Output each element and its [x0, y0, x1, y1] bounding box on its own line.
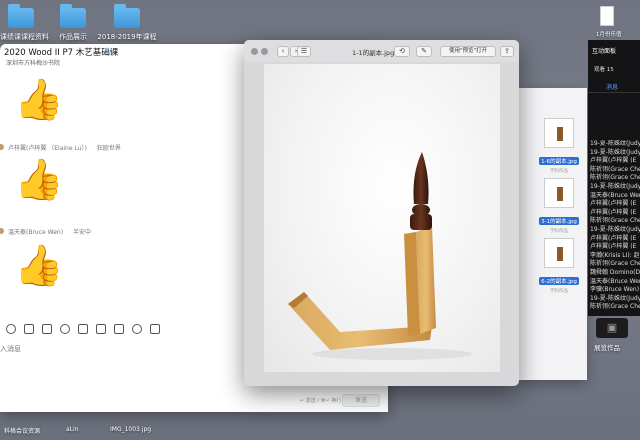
- grid-view-button[interactable]: ☰: [297, 46, 311, 57]
- desktop-file-label[interactable]: IMG_1003.jpg: [110, 426, 151, 433]
- file-item[interactable]: 6-2的副本.jpg 学科作品: [539, 238, 579, 294]
- file-name: 6-2的副本.jpg: [539, 277, 579, 285]
- thumbs-up-emoji: 👍: [14, 157, 64, 203]
- file-kind: 学科作品: [550, 169, 568, 174]
- message-list: 19-夏-陈姝纹(Judy 19-夏-陈姝纹(Judy 卢梓翼(卢梓翼 (E 陈祈翎(…: [590, 140, 640, 312]
- image-preview-window: ‹ › ☰ 1-1的副本.jpg ⟲ ✎ 使用"预览"打开 ⇪: [244, 40, 519, 386]
- wood-sculpture-image: [288, 152, 472, 360]
- message-time: 狂欧世界: [96, 145, 121, 152]
- message-item: 陈祈翎(Grace Chen: [590, 260, 640, 268]
- thumbs-up-emoji: 👍: [14, 77, 64, 123]
- message-item: 温天泰(Bruce Wen): [590, 277, 640, 285]
- folder-icon[interactable]: [78, 324, 88, 334]
- file-kind: 学科作品: [550, 289, 568, 294]
- desktop-folder[interactable]: 2018-2019年课程: [92, 4, 162, 42]
- message-item: 19-夏-陈姝纹(Judy: [590, 294, 640, 302]
- folder-icon: [8, 4, 34, 28]
- gallery-icon[interactable]: ▣: [596, 318, 628, 338]
- message-time: 半安中: [73, 229, 92, 236]
- preview-image: [264, 64, 500, 372]
- image-thumbnail: [544, 118, 574, 148]
- sender-name: 卢梓翼(卢梓翼 （Elaine Lu）): [8, 145, 87, 152]
- open-with-preview-button[interactable]: 使用"预览"打开: [440, 46, 496, 57]
- file-item[interactable]: 3-1的副本.jpg 学科作品: [539, 178, 579, 234]
- close-icon[interactable]: [251, 48, 258, 55]
- bottom-desktop-row: 科格会议资源 aLin IMG_1003.jpg: [0, 412, 640, 440]
- emoji-icon[interactable]: [6, 324, 16, 334]
- message-item: 卢梓翼(卢梓翼 (E: [590, 200, 637, 208]
- chat-title: 2020 Wood II P7 木艺基础课: [4, 48, 119, 58]
- message-toolbar: [6, 324, 160, 334]
- file-browser: 1-6的副本.jpg 学科作品 3-1的副本.jpg 学科作品 6-2的副本.j…: [519, 88, 587, 380]
- tab-messages[interactable]: 消息: [606, 82, 618, 91]
- file-item[interactable]: 1-6的副本.jpg 学科作品: [539, 118, 579, 174]
- message-item: 卢梓翼(卢梓翼 (E: [590, 234, 637, 242]
- message-item: 陈祈翎(Grace Chen: [590, 174, 640, 182]
- thumbs-up-emoji: 👍: [14, 243, 64, 289]
- viewer-count: 观看 15: [594, 67, 614, 73]
- fullscreen-icon[interactable]: [261, 48, 268, 55]
- interactive-panel: 互动面板 观看 15 消息 19-夏-陈姝纹(Judy 19-夏-陈姝纹(Judy…: [588, 40, 640, 316]
- folder-label: 2018-2019年课程: [97, 33, 157, 41]
- message-item: 魏舜翰 Domino(D: [590, 268, 640, 276]
- panel-title: 互动面板: [592, 48, 617, 55]
- document-icon[interactable]: [600, 6, 614, 26]
- image-thumbnail: [544, 178, 574, 208]
- message-item: 19-夏-陈姝纹(Judy: [590, 182, 640, 190]
- message-item: 陈祈翎(Grace Chen: [590, 303, 640, 311]
- prev-button[interactable]: ‹: [277, 46, 289, 57]
- message-item: 19-夏-陈姝纹(Judy: [590, 140, 640, 147]
- message-item: 卢梓翼(卢梓翼 (E: [590, 157, 637, 165]
- scissors-icon[interactable]: [42, 324, 52, 334]
- message-item: 19-夏-陈姝纹(Judy: [590, 225, 640, 233]
- chat-bubble-icon[interactable]: [150, 324, 160, 334]
- share-button[interactable]: ⇪: [500, 46, 514, 57]
- rotate-button[interactable]: ⟲: [394, 46, 410, 57]
- chat-subtitle: 深圳市方科梅沙书院: [6, 60, 61, 67]
- message-item: 温天泰(Bruce Wen): [590, 191, 640, 199]
- file-kind: 学科作品: [550, 229, 568, 234]
- desktop-file-label: 1月份乐值: [596, 32, 622, 38]
- message-item: 陈祈翎(Grace Chen: [590, 217, 640, 225]
- avatar: [0, 144, 4, 150]
- message-sender: 卢梓翼(卢梓翼 （Elaine Lu）) 狂欧世界: [8, 143, 121, 152]
- image-icon[interactable]: [96, 324, 106, 334]
- folder-icon: [60, 4, 86, 28]
- thumbs-up-icon[interactable]: [24, 324, 34, 334]
- mention-icon[interactable]: [60, 324, 70, 334]
- preview-title: 1-1的副本.jpg: [352, 49, 395, 57]
- phone-icon[interactable]: [132, 324, 142, 334]
- send-button[interactable]: 发送: [342, 394, 380, 407]
- preview-titlebar: ‹ › ☰ 1-1的副本.jpg ⟲ ✎ 使用"预览"打开 ⇪: [244, 40, 519, 62]
- send-hint: ↵ 发送 / ⌘↵ 换行: [300, 398, 342, 404]
- message-input[interactable]: [0, 343, 230, 355]
- message-item: 卢梓翼(卢梓翼 (E: [590, 243, 637, 251]
- desktop-file-label[interactable]: 科格会议资源: [4, 426, 40, 435]
- message-sender: 温天泰(Bruce Wen) 半安中: [8, 227, 91, 236]
- avatar: [0, 228, 4, 234]
- markup-button[interactable]: ✎: [416, 46, 432, 57]
- desktop-file-label[interactable]: aLin: [66, 426, 79, 433]
- image-thumbnail: [544, 238, 574, 268]
- message-item: 李骥(Bruce Wen): [590, 286, 640, 294]
- sender-name: 温天泰(Bruce Wen): [8, 229, 64, 236]
- external-tag: 外部: [104, 50, 115, 56]
- message-item: 19-夏-陈姝纹(Judy: [590, 148, 640, 156]
- schedule-icon[interactable]: [114, 324, 124, 334]
- divider: [588, 92, 640, 93]
- file-name: 1-6的副本.jpg: [539, 157, 579, 165]
- folder-icon: [114, 4, 140, 28]
- works-label: 展览作品: [594, 344, 620, 352]
- file-name: 3-1的副本.jpg: [539, 217, 579, 225]
